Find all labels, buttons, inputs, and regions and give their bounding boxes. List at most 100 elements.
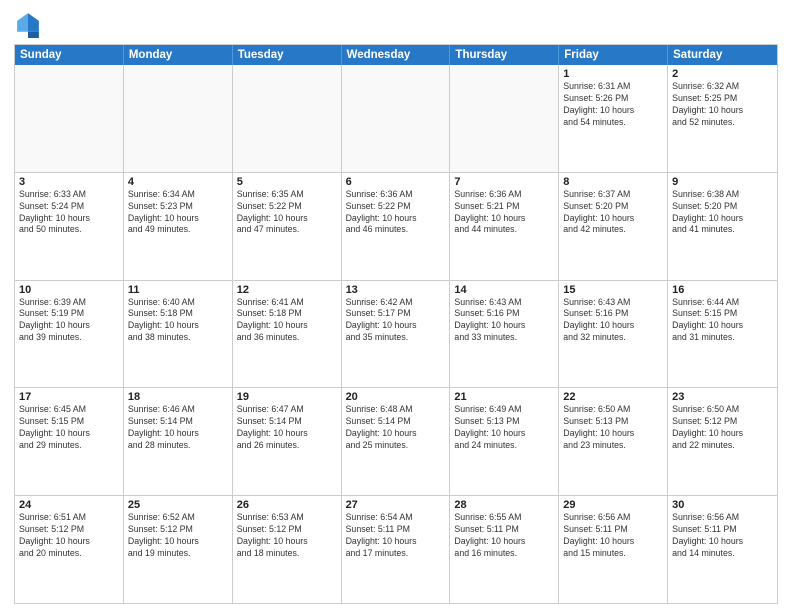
day-number: 19: [237, 391, 337, 403]
empty-cell: [15, 65, 124, 172]
day-cell-4: 4Sunrise: 6:34 AM Sunset: 5:23 PM Daylig…: [124, 173, 233, 280]
day-detail: Sunrise: 6:44 AM Sunset: 5:15 PM Dayligh…: [672, 297, 773, 345]
day-detail: Sunrise: 6:37 AM Sunset: 5:20 PM Dayligh…: [563, 189, 663, 237]
day-detail: Sunrise: 6:41 AM Sunset: 5:18 PM Dayligh…: [237, 297, 337, 345]
day-number: 2: [672, 68, 773, 80]
day-number: 16: [672, 284, 773, 296]
day-number: 11: [128, 284, 228, 296]
empty-cell: [450, 65, 559, 172]
day-detail: Sunrise: 6:33 AM Sunset: 5:24 PM Dayligh…: [19, 189, 119, 237]
day-cell-30: 30Sunrise: 6:56 AM Sunset: 5:11 PM Dayli…: [668, 496, 777, 603]
day-number: 24: [19, 499, 119, 511]
day-detail: Sunrise: 6:42 AM Sunset: 5:17 PM Dayligh…: [346, 297, 446, 345]
day-detail: Sunrise: 6:53 AM Sunset: 5:12 PM Dayligh…: [237, 512, 337, 560]
day-number: 22: [563, 391, 663, 403]
calendar-header: SundayMondayTuesdayWednesdayThursdayFrid…: [15, 45, 777, 65]
day-cell-29: 29Sunrise: 6:56 AM Sunset: 5:11 PM Dayli…: [559, 496, 668, 603]
day-number: 21: [454, 391, 554, 403]
day-cell-8: 8Sunrise: 6:37 AM Sunset: 5:20 PM Daylig…: [559, 173, 668, 280]
day-number: 15: [563, 284, 663, 296]
day-number: 9: [672, 176, 773, 188]
day-cell-22: 22Sunrise: 6:50 AM Sunset: 5:13 PM Dayli…: [559, 388, 668, 495]
day-detail: Sunrise: 6:55 AM Sunset: 5:11 PM Dayligh…: [454, 512, 554, 560]
header-day-friday: Friday: [559, 45, 668, 65]
calendar-row-3: 17Sunrise: 6:45 AM Sunset: 5:15 PM Dayli…: [15, 387, 777, 495]
logo: [14, 10, 44, 38]
day-cell-15: 15Sunrise: 6:43 AM Sunset: 5:16 PM Dayli…: [559, 281, 668, 388]
day-detail: Sunrise: 6:35 AM Sunset: 5:22 PM Dayligh…: [237, 189, 337, 237]
calendar-row-1: 3Sunrise: 6:33 AM Sunset: 5:24 PM Daylig…: [15, 172, 777, 280]
day-detail: Sunrise: 6:38 AM Sunset: 5:20 PM Dayligh…: [672, 189, 773, 237]
day-number: 17: [19, 391, 119, 403]
day-detail: Sunrise: 6:43 AM Sunset: 5:16 PM Dayligh…: [563, 297, 663, 345]
day-cell-24: 24Sunrise: 6:51 AM Sunset: 5:12 PM Dayli…: [15, 496, 124, 603]
calendar: SundayMondayTuesdayWednesdayThursdayFrid…: [14, 44, 778, 604]
day-number: 18: [128, 391, 228, 403]
day-detail: Sunrise: 6:34 AM Sunset: 5:23 PM Dayligh…: [128, 189, 228, 237]
day-cell-3: 3Sunrise: 6:33 AM Sunset: 5:24 PM Daylig…: [15, 173, 124, 280]
day-cell-16: 16Sunrise: 6:44 AM Sunset: 5:15 PM Dayli…: [668, 281, 777, 388]
day-detail: Sunrise: 6:48 AM Sunset: 5:14 PM Dayligh…: [346, 404, 446, 452]
day-detail: Sunrise: 6:56 AM Sunset: 5:11 PM Dayligh…: [563, 512, 663, 560]
calendar-row-0: 1Sunrise: 6:31 AM Sunset: 5:26 PM Daylig…: [15, 65, 777, 172]
day-detail: Sunrise: 6:52 AM Sunset: 5:12 PM Dayligh…: [128, 512, 228, 560]
day-number: 3: [19, 176, 119, 188]
day-detail: Sunrise: 6:50 AM Sunset: 5:12 PM Dayligh…: [672, 404, 773, 452]
day-number: 10: [19, 284, 119, 296]
day-detail: Sunrise: 6:56 AM Sunset: 5:11 PM Dayligh…: [672, 512, 773, 560]
day-cell-10: 10Sunrise: 6:39 AM Sunset: 5:19 PM Dayli…: [15, 281, 124, 388]
day-cell-28: 28Sunrise: 6:55 AM Sunset: 5:11 PM Dayli…: [450, 496, 559, 603]
day-number: 14: [454, 284, 554, 296]
day-detail: Sunrise: 6:49 AM Sunset: 5:13 PM Dayligh…: [454, 404, 554, 452]
day-number: 4: [128, 176, 228, 188]
day-number: 23: [672, 391, 773, 403]
day-cell-2: 2Sunrise: 6:32 AM Sunset: 5:25 PM Daylig…: [668, 65, 777, 172]
header-day-monday: Monday: [124, 45, 233, 65]
calendar-body: 1Sunrise: 6:31 AM Sunset: 5:26 PM Daylig…: [15, 65, 777, 603]
empty-cell: [233, 65, 342, 172]
day-cell-23: 23Sunrise: 6:50 AM Sunset: 5:12 PM Dayli…: [668, 388, 777, 495]
day-detail: Sunrise: 6:54 AM Sunset: 5:11 PM Dayligh…: [346, 512, 446, 560]
calendar-row-4: 24Sunrise: 6:51 AM Sunset: 5:12 PM Dayli…: [15, 495, 777, 603]
day-cell-27: 27Sunrise: 6:54 AM Sunset: 5:11 PM Dayli…: [342, 496, 451, 603]
day-detail: Sunrise: 6:40 AM Sunset: 5:18 PM Dayligh…: [128, 297, 228, 345]
day-detail: Sunrise: 6:43 AM Sunset: 5:16 PM Dayligh…: [454, 297, 554, 345]
day-detail: Sunrise: 6:51 AM Sunset: 5:12 PM Dayligh…: [19, 512, 119, 560]
day-number: 7: [454, 176, 554, 188]
day-number: 27: [346, 499, 446, 511]
day-cell-9: 9Sunrise: 6:38 AM Sunset: 5:20 PM Daylig…: [668, 173, 777, 280]
day-number: 13: [346, 284, 446, 296]
day-number: 8: [563, 176, 663, 188]
day-detail: Sunrise: 6:46 AM Sunset: 5:14 PM Dayligh…: [128, 404, 228, 452]
day-detail: Sunrise: 6:32 AM Sunset: 5:25 PM Dayligh…: [672, 81, 773, 129]
day-cell-5: 5Sunrise: 6:35 AM Sunset: 5:22 PM Daylig…: [233, 173, 342, 280]
day-cell-25: 25Sunrise: 6:52 AM Sunset: 5:12 PM Dayli…: [124, 496, 233, 603]
logo-icon: [14, 10, 42, 38]
header-day-wednesday: Wednesday: [342, 45, 451, 65]
day-detail: Sunrise: 6:50 AM Sunset: 5:13 PM Dayligh…: [563, 404, 663, 452]
empty-cell: [124, 65, 233, 172]
empty-cell: [342, 65, 451, 172]
day-detail: Sunrise: 6:39 AM Sunset: 5:19 PM Dayligh…: [19, 297, 119, 345]
day-cell-1: 1Sunrise: 6:31 AM Sunset: 5:26 PM Daylig…: [559, 65, 668, 172]
calendar-row-2: 10Sunrise: 6:39 AM Sunset: 5:19 PM Dayli…: [15, 280, 777, 388]
header-day-tuesday: Tuesday: [233, 45, 342, 65]
day-cell-18: 18Sunrise: 6:46 AM Sunset: 5:14 PM Dayli…: [124, 388, 233, 495]
day-cell-6: 6Sunrise: 6:36 AM Sunset: 5:22 PM Daylig…: [342, 173, 451, 280]
day-cell-26: 26Sunrise: 6:53 AM Sunset: 5:12 PM Dayli…: [233, 496, 342, 603]
day-number: 26: [237, 499, 337, 511]
day-cell-14: 14Sunrise: 6:43 AM Sunset: 5:16 PM Dayli…: [450, 281, 559, 388]
day-number: 28: [454, 499, 554, 511]
header: [14, 10, 778, 38]
day-cell-21: 21Sunrise: 6:49 AM Sunset: 5:13 PM Dayli…: [450, 388, 559, 495]
day-number: 12: [237, 284, 337, 296]
header-day-sunday: Sunday: [15, 45, 124, 65]
header-day-thursday: Thursday: [450, 45, 559, 65]
day-number: 30: [672, 499, 773, 511]
day-number: 25: [128, 499, 228, 511]
day-number: 29: [563, 499, 663, 511]
day-cell-19: 19Sunrise: 6:47 AM Sunset: 5:14 PM Dayli…: [233, 388, 342, 495]
header-day-saturday: Saturday: [668, 45, 777, 65]
day-cell-12: 12Sunrise: 6:41 AM Sunset: 5:18 PM Dayli…: [233, 281, 342, 388]
day-cell-17: 17Sunrise: 6:45 AM Sunset: 5:15 PM Dayli…: [15, 388, 124, 495]
